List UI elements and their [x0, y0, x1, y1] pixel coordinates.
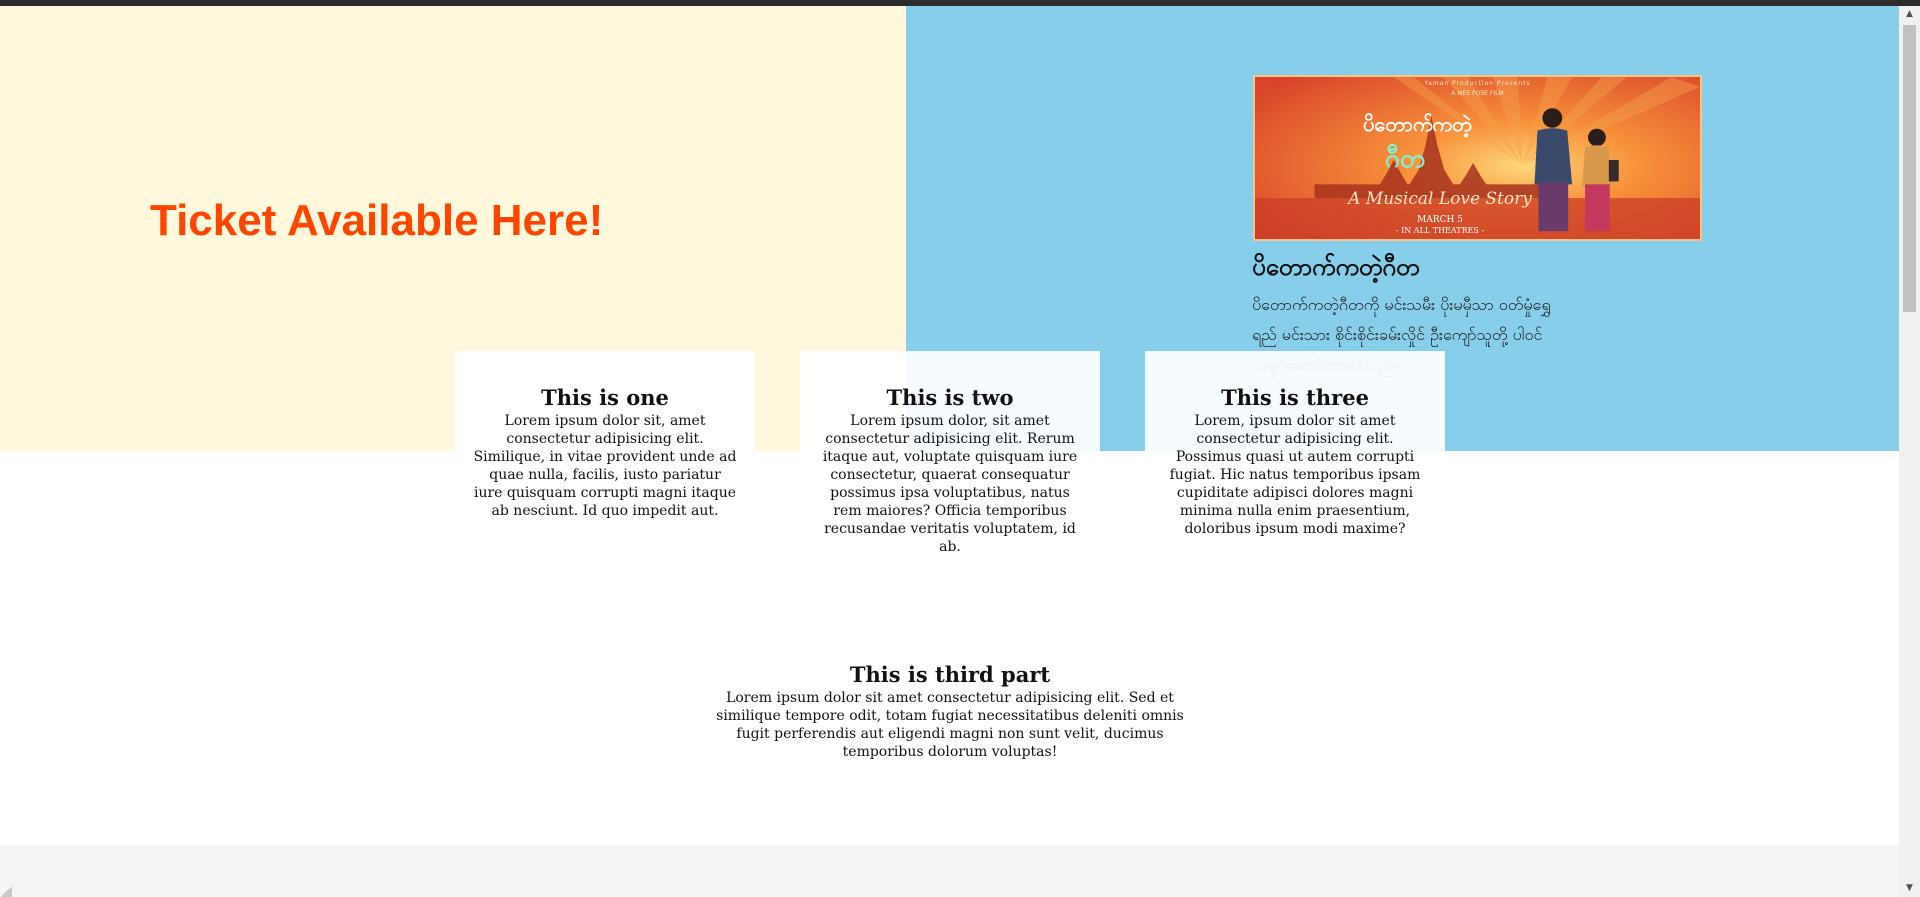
third-section-title: This is third part	[849, 662, 1051, 687]
poster-top-caption: Yaman Production Presents	[1424, 80, 1531, 87]
resize-corner-icon	[0, 886, 12, 897]
vertical-scrollbar[interactable]: ▲ ▼	[1899, 6, 1920, 897]
arrow-down-icon[interactable]: ▼	[1899, 880, 1920, 897]
hero-title: Ticket Available Here!	[150, 196, 604, 245]
poster-director: A MEE POSE FILM	[1451, 90, 1504, 97]
movie-poster: Yaman Production Presents A MEE POSE FIL…	[1253, 75, 1702, 241]
third-section: This is third part Lorem ipsum dolor sit…	[700, 662, 1200, 761]
poster-date: MARCH 5	[1417, 215, 1463, 225]
hero-left-panel: Ticket Available Here!	[0, 6, 906, 451]
page-viewport: Ticket Available Here! Yaman Production …	[0, 6, 1899, 897]
poster-tagline: A Musical Love Story	[1348, 189, 1532, 209]
arrow-up-icon[interactable]: ▲	[1899, 6, 1920, 23]
poster-logo-line-1: ပိတောက်ကတဲ့	[1363, 112, 1472, 136]
feature-card-three: This is three Lorem, ipsum dolor sit ame…	[1145, 351, 1445, 538]
card-title: This is two	[886, 385, 1014, 410]
poster-theatres: - IN ALL THEATRES -	[1395, 226, 1485, 235]
feature-card-two: This is two Lorem ipsum dolor, sit amet …	[800, 351, 1100, 556]
feature-card-one: This is one Lorem ipsum dolor sit, amet …	[455, 351, 755, 520]
card-title: This is one	[541, 385, 669, 410]
movie-title: ပိတောက်ကတဲ့ဂီတ	[1252, 253, 1420, 281]
third-section-text: Lorem ipsum dolor sit amet consectetur a…	[716, 690, 1184, 760]
card-title: This is three	[1221, 385, 1369, 410]
poster-logo-line-2: ဂီတ	[1385, 144, 1426, 174]
scrollbar-thumb[interactable]	[1903, 25, 1916, 312]
card-text: Lorem ipsum dolor sit, amet consectetur …	[473, 413, 737, 519]
footer-band	[0, 845, 1899, 897]
card-text: Lorem, ipsum dolor sit amet consectetur …	[1169, 413, 1421, 537]
card-text: Lorem ipsum dolor, sit amet consectetur …	[822, 413, 1078, 555]
